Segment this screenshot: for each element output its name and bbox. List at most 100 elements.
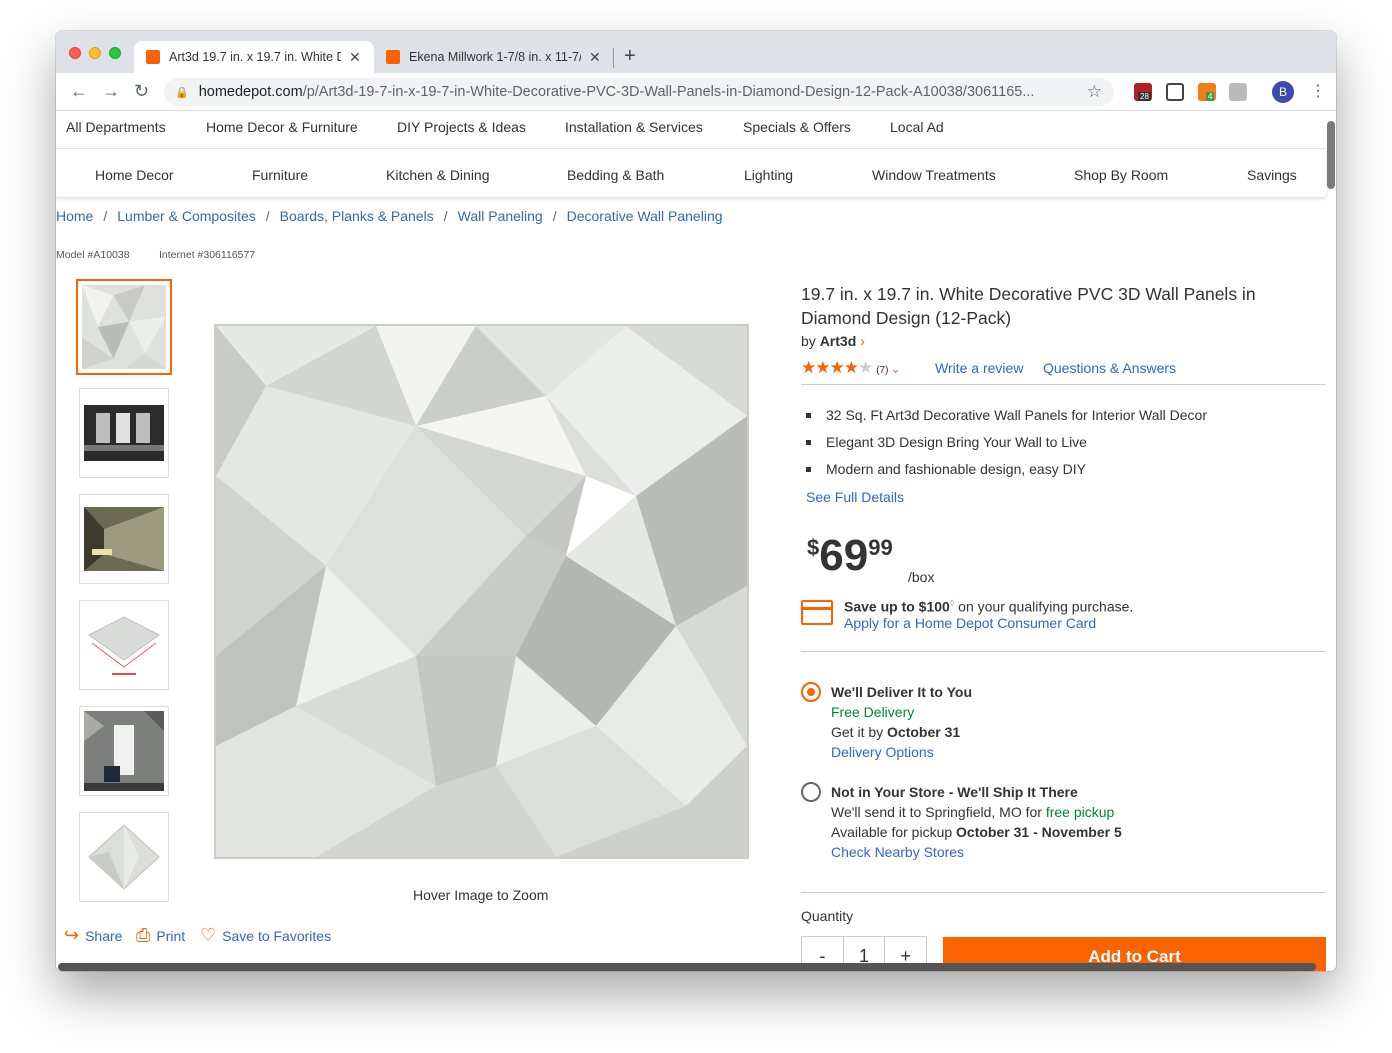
new-tab-button[interactable]: + bbox=[624, 45, 636, 68]
tab-ekena[interactable]: Ekena Millwork 1-7/8 in. x 11-7/ ✕ bbox=[374, 41, 614, 73]
deliver-get: Get it by bbox=[831, 724, 888, 740]
breadcrumb-lumber[interactable]: Lumber & Composites bbox=[117, 208, 256, 224]
ship-to-store-option[interactable]: Not in Your Store - We'll Ship It There … bbox=[801, 782, 1301, 862]
ublock-extension-icon[interactable]: 28 bbox=[1134, 83, 1152, 101]
deliver-radio[interactable] bbox=[801, 682, 821, 702]
cat-bedding-bath[interactable]: Bedding & Bath bbox=[567, 167, 664, 183]
divider bbox=[801, 651, 1326, 652]
forward-arrow-icon[interactable]: → bbox=[102, 81, 120, 102]
main-product-image[interactable] bbox=[214, 324, 749, 859]
quantity-label: Quantity bbox=[801, 908, 854, 924]
deliver-date: October 31 bbox=[887, 724, 961, 740]
chevron-down-icon[interactable]: ⌄ bbox=[890, 362, 900, 376]
thumbnail-2[interactable] bbox=[79, 388, 169, 478]
check-nearby-stores-link[interactable]: Check Nearby Stores bbox=[831, 844, 964, 860]
diamond-panel-image bbox=[216, 326, 747, 857]
nav-installation-services[interactable]: Installation & Services bbox=[565, 119, 703, 135]
breadcrumb-decorative[interactable]: Decorative Wall Paneling bbox=[567, 208, 723, 224]
model-number: Model #A10038 bbox=[56, 249, 130, 261]
internet-number: Internet #306116577 bbox=[159, 249, 256, 261]
bookmark-star-icon[interactable]: ☆ bbox=[1087, 82, 1102, 102]
panel-thumbnail-image bbox=[82, 285, 166, 369]
ship-dates: October 31 - November 5 bbox=[956, 824, 1122, 840]
delivery-options-link[interactable]: Delivery Options bbox=[831, 744, 934, 760]
menu-kebab-icon[interactable]: ⋮ bbox=[1310, 81, 1326, 101]
share-label: Share bbox=[85, 927, 123, 944]
see-full-details-link[interactable]: See Full Details bbox=[806, 489, 904, 505]
thumbnail-6[interactable] bbox=[79, 812, 169, 902]
thumbnail-1[interactable] bbox=[76, 279, 172, 375]
deliver-title: We'll Deliver It to You bbox=[831, 684, 973, 700]
breadcrumb-boards[interactable]: Boards, Planks & Panels bbox=[280, 208, 434, 224]
nav-diy-projects[interactable]: DIY Projects & Ideas bbox=[397, 119, 526, 135]
apply-card-link[interactable]: Apply for a Home Depot Consumer Card bbox=[844, 615, 1096, 631]
breadcrumb-separator: / bbox=[265, 208, 270, 224]
profile-avatar[interactable]: B bbox=[1272, 81, 1294, 103]
address-bar[interactable]: 🔒 homedepot.com/p/Art3d-19-7-in-x-19-7-i… bbox=[164, 78, 1114, 106]
chevron-right-icon: › bbox=[860, 333, 865, 349]
close-tab-icon[interactable]: ✕ bbox=[349, 49, 361, 66]
minimize-window-button[interactable] bbox=[89, 47, 101, 59]
thumbnail-4[interactable] bbox=[79, 600, 169, 690]
ship-radio[interactable] bbox=[801, 782, 821, 802]
review-count[interactable]: (7) bbox=[876, 365, 888, 376]
nav-local-ad[interactable]: Local Ad bbox=[890, 119, 944, 135]
vertical-scrollbar[interactable] bbox=[1327, 121, 1335, 189]
cat-shop-by-room[interactable]: Shop By Room bbox=[1074, 167, 1168, 183]
nav-all-departments[interactable]: All Departments bbox=[66, 119, 166, 135]
breadcrumb-wall-paneling[interactable]: Wall Paneling bbox=[458, 208, 543, 224]
extension-badge: 4 bbox=[1206, 92, 1215, 101]
price-cents: 99 bbox=[868, 535, 893, 560]
homedepot-favicon-icon bbox=[146, 50, 160, 64]
tab-art3d[interactable]: Art3d 19.7 in. x 19.7 in. White D ✕ bbox=[134, 41, 374, 73]
cat-lighting[interactable]: Lighting bbox=[744, 167, 793, 183]
back-arrow-icon[interactable]: ← bbox=[70, 81, 88, 102]
reload-icon[interactable]: ↻ bbox=[134, 81, 149, 102]
promo-savings: Save up to $100 bbox=[844, 598, 950, 615]
cat-furniture[interactable]: Furniture bbox=[252, 167, 308, 183]
price-unit: /box bbox=[908, 569, 935, 585]
credit-card-icon bbox=[801, 600, 833, 625]
maximize-window-button[interactable] bbox=[109, 47, 121, 59]
room-thumbnail-image bbox=[84, 711, 164, 791]
cat-savings[interactable]: Savings bbox=[1247, 167, 1297, 183]
close-window-button[interactable] bbox=[69, 47, 81, 59]
deliver-option[interactable]: We'll Deliver It to You Free Delivery Ge… bbox=[801, 682, 1301, 762]
extension-icon[interactable]: 4 bbox=[1198, 83, 1216, 101]
cat-kitchen-dining[interactable]: Kitchen & Dining bbox=[386, 167, 490, 183]
write-review-link[interactable]: Write a review bbox=[935, 360, 1023, 376]
product-brand: by Art3d › bbox=[801, 333, 865, 349]
print-button[interactable]: ⎙ Print bbox=[136, 925, 185, 946]
thumbnail-5[interactable] bbox=[79, 706, 169, 796]
product-price: $6999 /box bbox=[807, 531, 934, 585]
print-icon: ⎙ bbox=[136, 925, 151, 945]
chat-extension-icon[interactable] bbox=[1229, 83, 1247, 101]
close-tab-icon[interactable]: ✕ bbox=[589, 49, 601, 66]
rating-stars-icon[interactable]: ★★★★★ bbox=[801, 358, 873, 377]
category-navigation: Home Decor Furniture Kitchen & Dining Be… bbox=[56, 149, 1326, 197]
hallway-thumbnail-image bbox=[84, 499, 164, 579]
share-icon: ↪ bbox=[64, 925, 80, 945]
share-button[interactable]: ↪ Share bbox=[64, 925, 122, 946]
questions-answers-link[interactable]: Questions & Answers bbox=[1043, 360, 1176, 376]
brand-link[interactable]: Art3d bbox=[820, 333, 857, 349]
divider bbox=[801, 892, 1326, 893]
breadcrumb-separator: / bbox=[103, 208, 108, 224]
homedepot-favicon-icon bbox=[386, 50, 400, 64]
page-content: All Departments Home Decor & Furniture D… bbox=[56, 111, 1336, 971]
nav-specials-offers[interactable]: Specials & Offers bbox=[743, 119, 851, 135]
top-navigation: All Departments Home Decor & Furniture D… bbox=[56, 111, 1326, 149]
breadcrumb: Home / Lumber & Composites / Boards, Planks … bbox=[56, 208, 723, 224]
thumbnail-3[interactable] bbox=[79, 494, 169, 584]
price-whole: 69 bbox=[819, 531, 869, 580]
ship-send: We'll send it to Springfield, MO for bbox=[831, 804, 1046, 820]
cat-home-decor[interactable]: Home Decor bbox=[95, 167, 174, 183]
horizontal-scrollbar[interactable] bbox=[58, 963, 1316, 971]
ship-title: Not in Your Store - We'll Ship It There bbox=[831, 784, 1078, 800]
nav-home-decor-furniture[interactable]: Home Decor & Furniture bbox=[206, 119, 358, 135]
screenshot-extension-icon[interactable] bbox=[1166, 83, 1184, 101]
product-title: 19.7 in. x 19.7 in. White Decorative PVC… bbox=[801, 284, 1256, 328]
breadcrumb-home[interactable]: Home bbox=[56, 208, 93, 224]
cat-window-treatments[interactable]: Window Treatments bbox=[872, 167, 996, 183]
save-to-favorites-button[interactable]: ♡ Save to Favorites bbox=[200, 925, 331, 946]
